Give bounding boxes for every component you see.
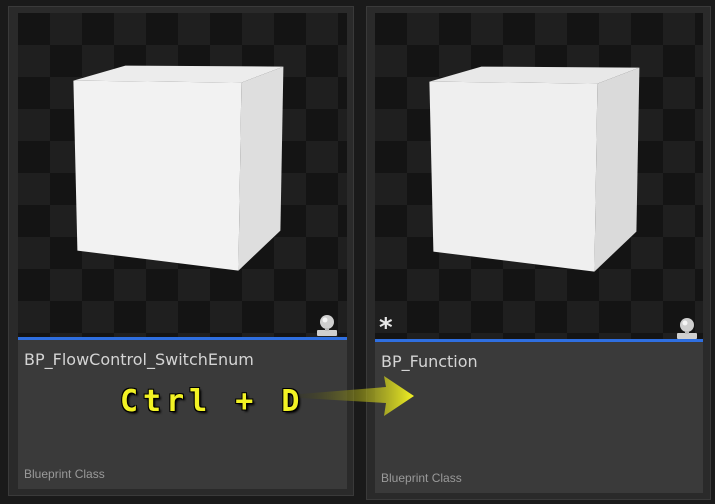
cube-preview: [429, 66, 640, 272]
unsaved-asterisk-icon: *: [379, 313, 393, 339]
asset-type-label: Blueprint Class: [381, 471, 462, 485]
asset-tile-duplicate[interactable]: * BP_Function Blueprint Class: [366, 6, 711, 500]
asset-name-label: BP_FlowControl_SwitchEnum: [24, 350, 254, 369]
asset-info-panel: BP_Function Blueprint Class: [375, 342, 703, 493]
asset-thumbnail: [18, 13, 347, 337]
arrow-right-icon: [300, 376, 414, 416]
asset-type-label: Blueprint Class: [24, 467, 105, 481]
asset-tile-source[interactable]: BP_FlowControl_SwitchEnum Blueprint Clas…: [8, 6, 354, 496]
camera-capture-icon[interactable]: [675, 315, 699, 339]
shortcut-annotation: Ctrl + D: [120, 384, 305, 419]
asset-name-label: BP_Function: [381, 352, 478, 371]
camera-capture-icon[interactable]: [315, 312, 339, 337]
asset-thumbnail: *: [375, 13, 703, 339]
cube-preview: [72, 65, 283, 271]
